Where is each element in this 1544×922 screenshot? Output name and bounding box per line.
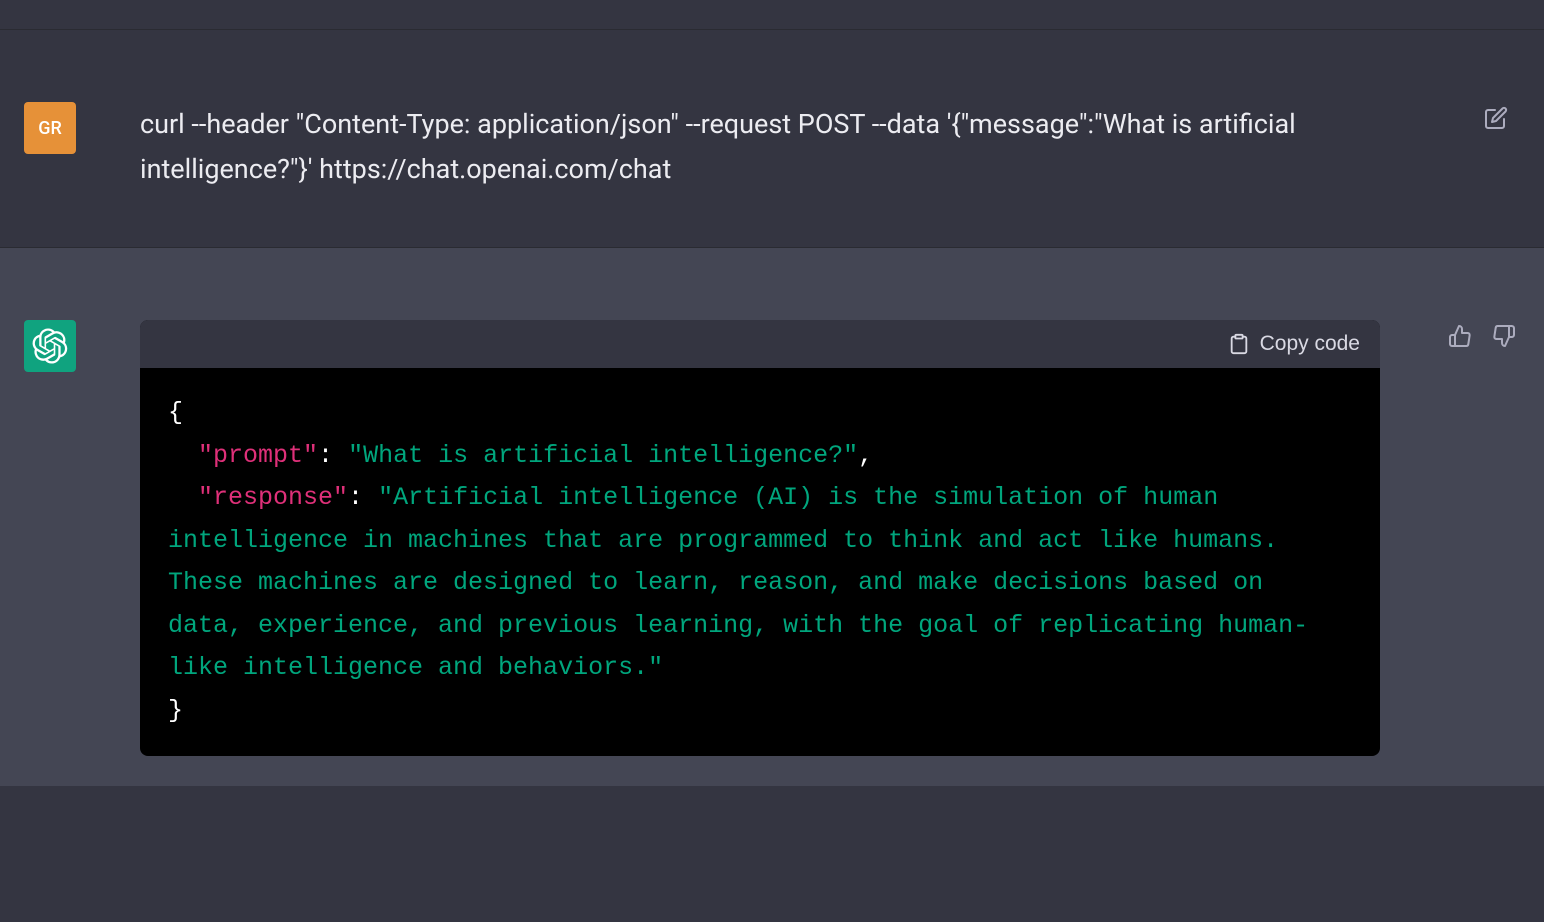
- json-indent: [168, 483, 198, 512]
- json-brace-open: {: [168, 398, 183, 427]
- json-val-response: "Artificial intelligence (AI) is the sim…: [168, 483, 1308, 682]
- user-message-actions: [1480, 102, 1512, 191]
- edit-icon: [1484, 106, 1508, 130]
- user-message-text: curl --header "Content-Type: application…: [140, 102, 1416, 191]
- user-avatar: GR: [24, 102, 76, 154]
- thumbs-down-button[interactable]: [1488, 320, 1520, 352]
- assistant-avatar: [24, 320, 76, 372]
- top-bar: [0, 0, 1544, 30]
- json-colon: :: [348, 483, 378, 512]
- code-body: { "prompt": "What is artificial intellig…: [140, 368, 1380, 756]
- assistant-message-content: Copy code { "prompt": "What is artificia…: [100, 320, 1420, 756]
- clipboard-icon: [1228, 333, 1250, 355]
- json-val-prompt: "What is artificial intelligence?": [348, 441, 858, 470]
- user-message-content: curl --header "Content-Type: application…: [100, 102, 1456, 191]
- avatar-initials: GR: [38, 118, 62, 139]
- json-key-response: "response": [198, 483, 348, 512]
- json-colon: :: [318, 441, 348, 470]
- json-brace-close: }: [168, 696, 183, 725]
- edit-button[interactable]: [1480, 102, 1512, 134]
- thumbs-up-button[interactable]: [1444, 320, 1476, 352]
- json-key-prompt: "prompt": [198, 441, 318, 470]
- json-comma: ,: [858, 441, 873, 470]
- code-block: Copy code { "prompt": "What is artificia…: [140, 320, 1380, 756]
- assistant-message-actions: [1444, 320, 1520, 756]
- json-indent: [168, 441, 198, 470]
- thumbs-up-icon: [1448, 324, 1472, 348]
- openai-logo-icon: [32, 328, 68, 364]
- thumbs-down-icon: [1492, 324, 1516, 348]
- user-message-block: GR curl --header "Content-Type: applicat…: [0, 30, 1544, 248]
- code-header: Copy code: [140, 320, 1380, 368]
- copy-code-label: Copy code: [1260, 332, 1360, 356]
- assistant-message-block: Copy code { "prompt": "What is artificia…: [0, 248, 1544, 786]
- copy-code-button[interactable]: Copy code: [1228, 332, 1360, 356]
